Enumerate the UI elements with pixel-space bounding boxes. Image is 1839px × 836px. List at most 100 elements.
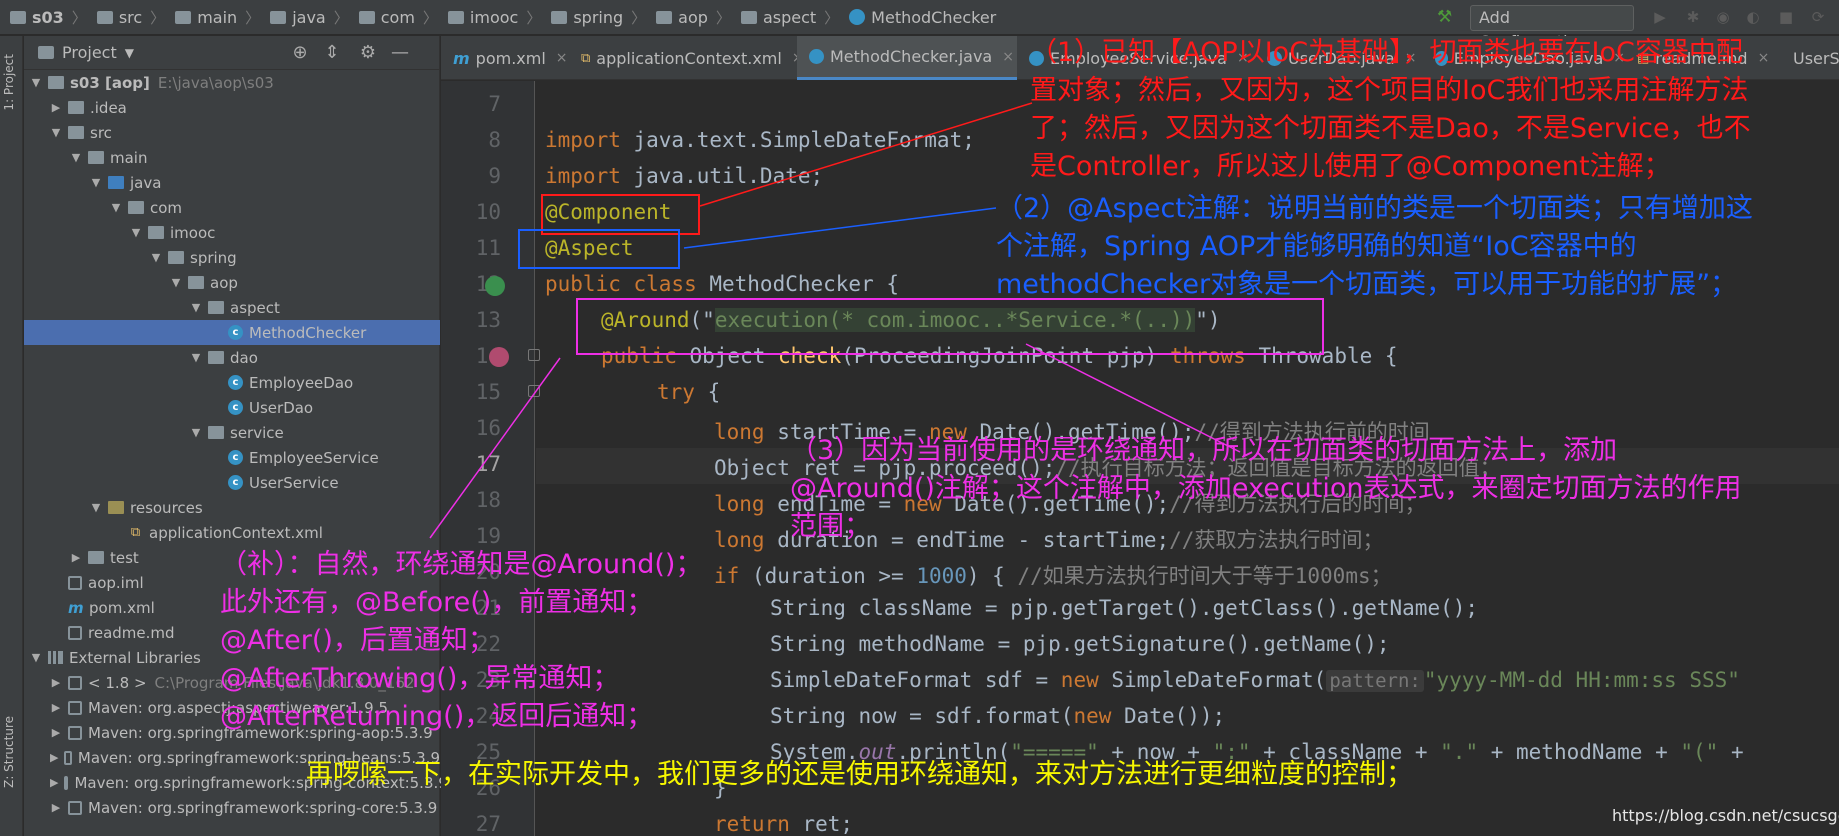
build-hammer-icon[interactable]: ⚒ bbox=[1437, 8, 1457, 26]
structure-tool-tab[interactable]: Z: Structure bbox=[2, 716, 16, 788]
hide-icon[interactable]: — bbox=[390, 43, 410, 63]
chevron-down-icon[interactable]: ▼ bbox=[125, 46, 134, 60]
tree-item[interactable]: ▼ resources bbox=[24, 495, 440, 520]
tree-item[interactable]: ▼ s03 [aop] E:\java\aop\s03 bbox=[24, 70, 440, 95]
tree-item[interactable]: ▼ aop bbox=[24, 270, 440, 295]
line-number: 15 bbox=[475, 380, 501, 404]
close-icon[interactable]: × bbox=[556, 50, 568, 66]
folder-icon bbox=[68, 101, 84, 114]
breadcrumb-item[interactable]: java 〉 bbox=[270, 7, 349, 28]
tree-item[interactable]: ▼ main bbox=[24, 145, 440, 170]
tree-item-selected[interactable]: c MethodChecker bbox=[24, 320, 440, 345]
coverage-icon[interactable]: ◉ bbox=[1715, 9, 1731, 25]
line-number: 7 bbox=[488, 92, 501, 116]
line-number: 9 bbox=[488, 164, 501, 188]
breadcrumb-item[interactable]: aop 〉 bbox=[656, 7, 731, 28]
tab-pom-xml[interactable]: m pom.xml × bbox=[441, 36, 569, 80]
package-icon bbox=[208, 351, 224, 364]
libraries-icon bbox=[48, 651, 63, 664]
library-jar-icon bbox=[64, 750, 72, 765]
code-line: import java.util.Date; bbox=[545, 164, 824, 188]
profile-icon[interactable]: ◐ bbox=[1745, 9, 1761, 25]
breadcrumb-item[interactable]: imooc 〉 bbox=[447, 7, 541, 28]
package-icon bbox=[168, 251, 184, 264]
breadcrumb-item[interactable]: aspect 〉 bbox=[740, 7, 839, 28]
annotation-note-1: （1）已知【AOP以IoC为基础】，切面类也要在IoC容器中配 置对象；然后，又… bbox=[1030, 37, 1751, 182]
breadcrumb-item[interactable]: main 〉 bbox=[175, 7, 260, 28]
project-panel-header: Project ▼ ⊕ ⇕ ⚙ — bbox=[24, 36, 439, 70]
tree-item[interactable]: ▶ .idea bbox=[24, 95, 440, 120]
tree-item[interactable]: ▼ java bbox=[24, 170, 440, 195]
tree-item[interactable]: ▼ src bbox=[24, 120, 440, 145]
tree-item[interactable]: ▼ dao bbox=[24, 345, 440, 370]
xml-file-icon: ⧉ bbox=[130, 525, 141, 540]
locate-icon[interactable]: ⊕ bbox=[290, 43, 310, 63]
line-number: 10 bbox=[475, 200, 501, 224]
folder-icon bbox=[96, 10, 113, 24]
tree-item[interactable]: ▶ Maven: org.springframework:spring-core:… bbox=[24, 795, 440, 820]
annotation-note-2: （2）@Aspect注解：说明当前的类是一个切面类；只有增加这 个注解，Spri… bbox=[996, 193, 1753, 300]
line-number: 17 bbox=[475, 452, 501, 476]
tree-item[interactable]: ▼ imooc bbox=[24, 220, 440, 245]
debug-icon[interactable]: ✱ bbox=[1685, 9, 1701, 25]
stop-icon[interactable]: ■ bbox=[1778, 9, 1794, 25]
line-number: 27 bbox=[475, 812, 501, 836]
resources-folder-icon bbox=[108, 501, 124, 514]
line-number: 19 bbox=[475, 524, 501, 548]
package-icon bbox=[551, 10, 568, 24]
close-icon[interactable]: × bbox=[1002, 49, 1014, 65]
package-icon bbox=[740, 10, 757, 24]
fold-icon[interactable] bbox=[528, 385, 540, 397]
tree-item[interactable]: ▼ spring bbox=[24, 245, 440, 270]
package-icon bbox=[656, 10, 673, 24]
tree-item[interactable]: ▼ service bbox=[24, 420, 440, 445]
maven-file-icon: m bbox=[453, 48, 470, 68]
fold-icon[interactable] bbox=[528, 349, 540, 361]
watermark: https://blog.csdn.net/csucsgoat bbox=[1612, 806, 1839, 825]
package-icon bbox=[188, 276, 204, 289]
jdk-icon bbox=[68, 675, 82, 690]
tree-item[interactable]: ▼ com bbox=[24, 195, 440, 220]
breadcrumb-item[interactable]: MethodChecker bbox=[849, 8, 996, 27]
tree-item[interactable]: ▼ aspect bbox=[24, 295, 440, 320]
tree-item[interactable]: c EmployeeDao bbox=[24, 370, 440, 395]
tree-item[interactable]: c EmployeeService bbox=[24, 445, 440, 470]
code-line: String now = sdf.format(new Date()); bbox=[770, 704, 1226, 728]
run-icon[interactable]: ▶ bbox=[1652, 9, 1668, 25]
gear-icon[interactable]: ⚙ bbox=[358, 43, 378, 63]
tree-item[interactable]: ⧉ applicationContext.xml bbox=[24, 520, 440, 545]
tree-item[interactable]: c UserService bbox=[24, 470, 440, 495]
iml-file-icon bbox=[68, 575, 82, 590]
spring-bean-icon[interactable] bbox=[485, 276, 505, 296]
folder-icon bbox=[175, 10, 192, 24]
aspect-highlight-box bbox=[518, 229, 680, 269]
folder-icon bbox=[270, 10, 287, 24]
tab-application-context[interactable]: ⧉applicationContext.xml× bbox=[569, 36, 804, 80]
breadcrumb-item[interactable]: com 〉 bbox=[358, 7, 438, 28]
line-number: 16 bbox=[475, 416, 501, 440]
tool-window-strip: 1: Project Z: Structure bbox=[0, 36, 23, 836]
add-configuration-button[interactable]: Add Configuration... bbox=[1470, 5, 1634, 51]
line-number: 13 bbox=[475, 308, 501, 332]
project-tool-tab[interactable]: 1: Project bbox=[2, 54, 16, 111]
tab-method-checker[interactable]: MethodChecker.java × bbox=[797, 36, 1017, 80]
sync-icon[interactable]: ⟳ bbox=[1810, 9, 1826, 25]
class-icon: c bbox=[228, 400, 243, 415]
project-panel-title[interactable]: Project bbox=[62, 43, 117, 62]
library-jar-icon bbox=[64, 775, 69, 790]
breadcrumb-item[interactable]: s03 〉 bbox=[10, 7, 87, 28]
class-icon bbox=[809, 49, 824, 64]
class-icon: c bbox=[228, 325, 243, 340]
folder-icon bbox=[88, 151, 104, 164]
breadcrumb-item[interactable]: src 〉 bbox=[96, 7, 165, 28]
markdown-file-icon bbox=[68, 625, 82, 640]
class-icon: c bbox=[228, 375, 243, 390]
code-line: if (duration >= 1000) { //如果方法执行时间大于等于10… bbox=[714, 564, 1392, 588]
package-icon bbox=[358, 10, 375, 24]
project-icon bbox=[10, 10, 26, 24]
code-line: try { bbox=[657, 380, 721, 404]
tree-item[interactable]: c UserDao bbox=[24, 395, 440, 420]
collapse-icon[interactable]: ⇕ bbox=[322, 43, 342, 63]
breadcrumb-item[interactable]: spring 〉 bbox=[551, 7, 646, 28]
advice-icon[interactable] bbox=[489, 347, 509, 367]
